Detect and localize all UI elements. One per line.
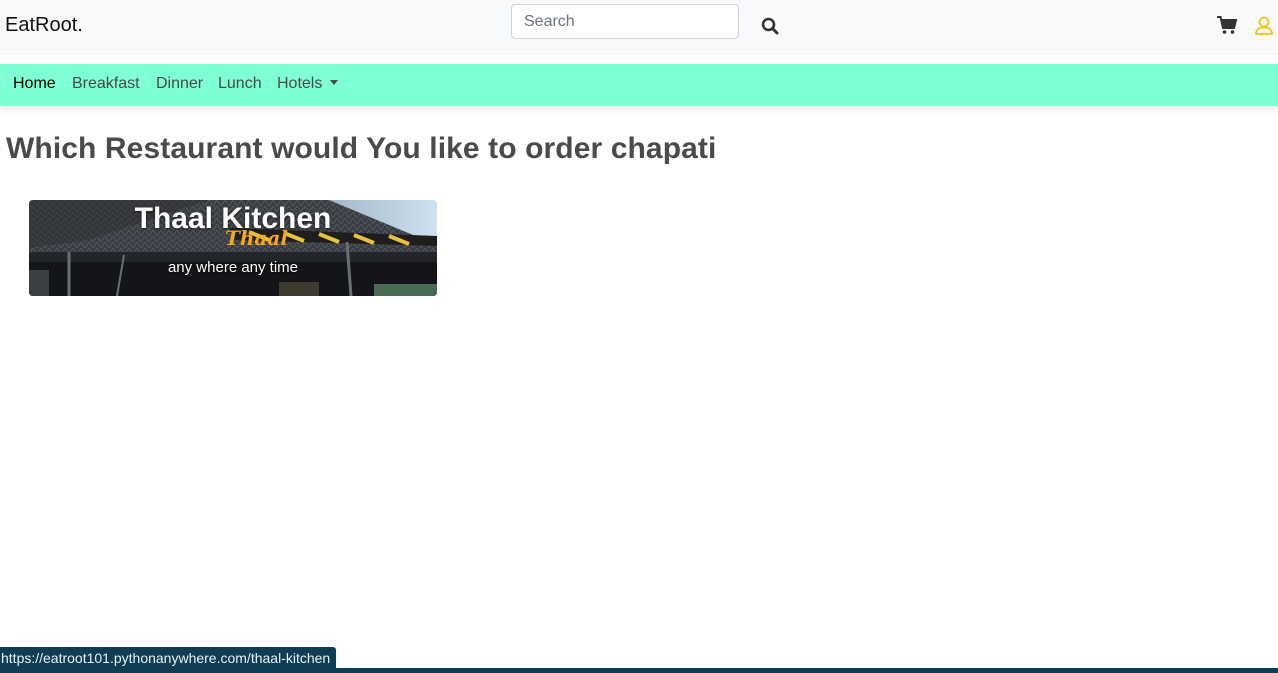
nav-item-home[interactable]: Home: [13, 75, 56, 93]
user-icon: [1255, 16, 1273, 35]
page-title-prefix: Which Restaurant would You like to order: [6, 132, 611, 165]
search-button[interactable]: [758, 14, 782, 38]
page-title: Which Restaurant would You like to order…: [6, 132, 716, 166]
search-input[interactable]: [511, 4, 739, 39]
cart-icon: [1217, 16, 1238, 34]
brand-logo[interactable]: EatRoot.: [5, 14, 83, 37]
nav-item-hotels-label: Hotels: [277, 75, 323, 92]
bottom-strip: [0, 668, 1278, 673]
cart-button[interactable]: [1216, 14, 1238, 36]
main-nav: Home Breakfast Dinner Lunch Hotels: [0, 64, 1278, 106]
nav-item-breakfast[interactable]: Breakfast: [72, 75, 140, 93]
page-title-item: chapati: [610, 132, 717, 165]
status-bar-url: https://eatroot101.pythonanywhere.com/th…: [0, 647, 337, 669]
user-account-button[interactable]: [1254, 15, 1274, 37]
chevron-down-icon: [330, 80, 339, 85]
search-icon: [761, 17, 779, 35]
nav-item-lunch[interactable]: Lunch: [218, 75, 262, 93]
restaurant-card[interactable]: Thaal Thaal Kitchen any where any time: [29, 200, 437, 296]
nav-item-hotels[interactable]: Hotels: [277, 75, 339, 93]
top-header: EatRoot.: [0, 0, 1278, 54]
nav-item-dinner[interactable]: Dinner: [156, 75, 203, 93]
restaurant-tagline: any where any time: [167, 259, 299, 276]
restaurant-name: Thaal Kitchen: [134, 202, 332, 235]
